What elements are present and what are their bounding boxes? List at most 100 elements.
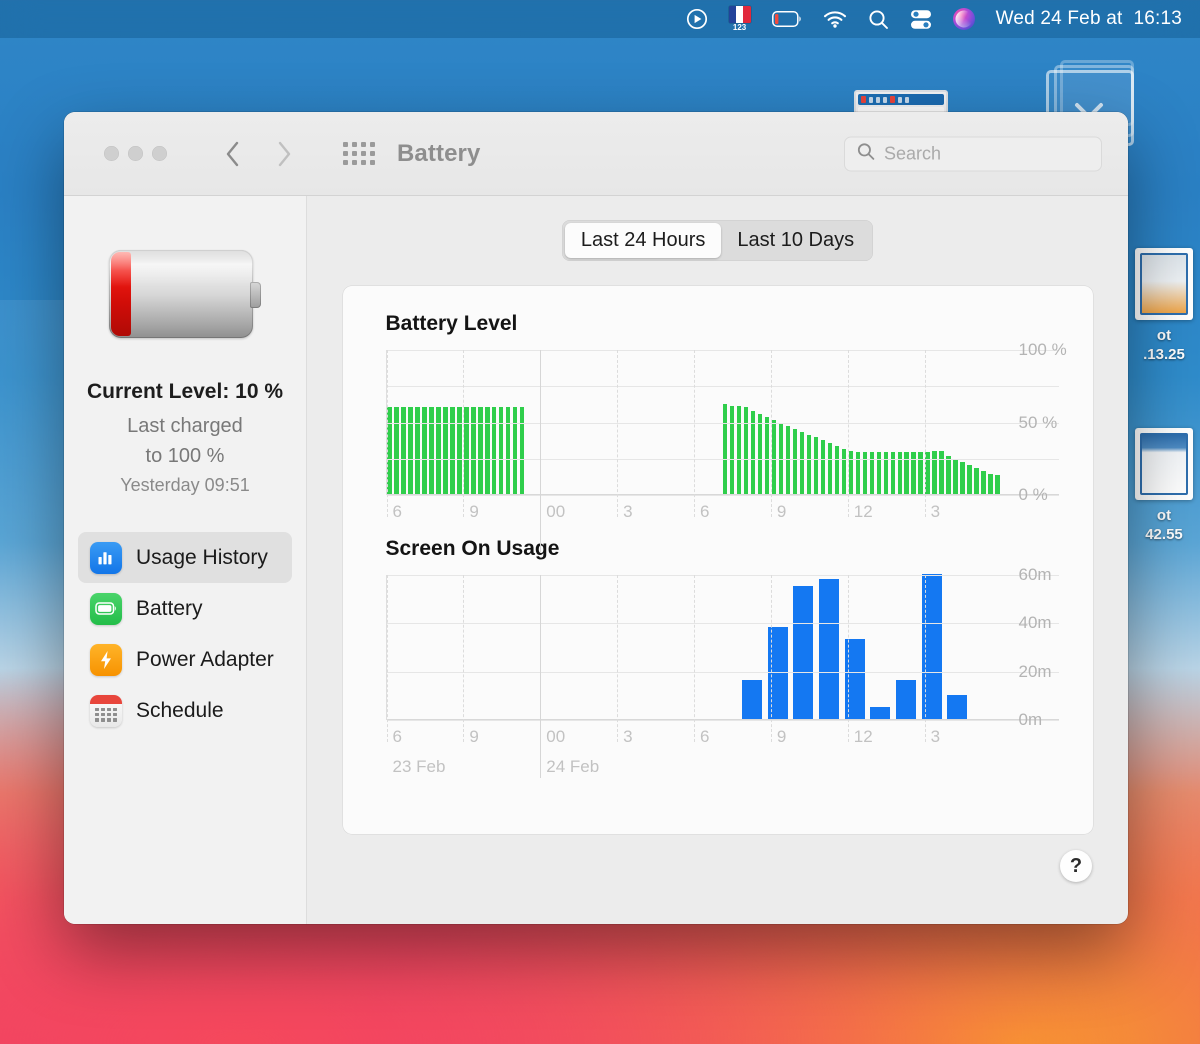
gridline (386, 350, 1059, 351)
menu-bar: 123 Wed 24 Feb at 16:13 (0, 0, 1200, 38)
screen-on-usage-plot-area: 6 9 00 3 6 9 12 3 23 Feb 24 Feb 0m 20m 40m 60m (385, 565, 1059, 778)
forward-button[interactable] (273, 139, 295, 169)
y-tick-label: 0 % (1018, 485, 1048, 504)
input-source-flag-icon[interactable]: 123 (728, 0, 751, 38)
thumbnail-dot (876, 96, 880, 103)
traffic-lights (104, 146, 167, 161)
chart-bar (946, 456, 951, 494)
chart-bar (848, 450, 853, 494)
sidebar-item-label: Usage History (136, 545, 268, 569)
sidebar-item-usage-history[interactable]: Usage History (78, 532, 292, 583)
chart-bar (960, 462, 965, 494)
axis-baseline (386, 494, 1059, 495)
chart-bar (499, 407, 504, 494)
chart-bar (492, 407, 497, 494)
chart-bar (443, 407, 448, 494)
minimize-button[interactable] (128, 146, 143, 161)
gridline (386, 575, 1059, 576)
battery-status-icon[interactable] (771, 0, 802, 38)
x-tick-label: 3 (623, 727, 633, 746)
menu-bar-time: 16:13 (1133, 8, 1182, 29)
x-tick-label: 6 (392, 502, 402, 521)
y-tick-label: 0m (1018, 710, 1043, 729)
control-center-play-icon[interactable] (686, 0, 708, 38)
x-tick-label: 6 (700, 502, 710, 521)
back-button[interactable] (221, 139, 243, 169)
wifi-icon[interactable] (823, 0, 847, 38)
gridline (386, 386, 1059, 388)
chart-bar (947, 694, 968, 719)
close-button[interactable] (104, 146, 119, 161)
x-gridline (924, 575, 926, 742)
input-source-badge: 123 (732, 23, 747, 32)
chart-bar (793, 586, 814, 719)
chart-bar (401, 407, 406, 494)
chart-bar (792, 428, 797, 494)
show-all-grid-icon[interactable] (343, 142, 375, 165)
x-gridline (694, 575, 695, 742)
zoom-button[interactable] (152, 146, 167, 161)
x-gridline (386, 350, 388, 517)
x-gridline (770, 575, 772, 742)
last-charged-line-2: to 100 % (145, 445, 225, 467)
sidebar-item-schedule[interactable]: Schedule (78, 685, 292, 736)
x-gridline (540, 575, 542, 778)
segment-last-24-hours[interactable]: Last 24 Hours (564, 223, 722, 258)
chart-bar (870, 706, 891, 719)
last-charged-time: Yesterday 09:51 (120, 475, 250, 495)
chart-bar (771, 420, 777, 494)
chart-bar (819, 578, 840, 719)
charts-card: Battery Level 6 9 00 3 6 9 12 3 0 % 50 % 100 % Scr… (342, 286, 1093, 834)
sidebar-item-battery[interactable]: Battery (78, 583, 292, 634)
chart-bar (520, 407, 525, 494)
x-tick-label: 00 (546, 727, 566, 746)
spotlight-search-icon[interactable] (868, 0, 889, 38)
thumbnail-dot (905, 96, 909, 103)
chart-bar (394, 407, 399, 494)
chart-bar (513, 407, 518, 494)
thumbnail-dot (869, 96, 873, 103)
battery-level-chart-title: Battery Level (385, 312, 518, 335)
thumbnail-dot (883, 96, 887, 103)
chart-bar (464, 407, 469, 494)
menu-bar-date: Wed 24 Feb at (995, 8, 1123, 29)
chart-bar (939, 450, 944, 494)
help-button[interactable]: ? (1060, 850, 1092, 882)
page-title: Battery (397, 139, 481, 167)
chart-bar (834, 446, 839, 494)
file-thumbnail (1135, 428, 1193, 500)
thumbnail-dot (898, 96, 902, 103)
chart-bar (742, 680, 763, 719)
date-label: 23 Feb (392, 757, 446, 776)
chart-bar (429, 407, 434, 494)
sidebar: Current Level: 10 % Last charged to 100 … (64, 196, 307, 924)
chart-bar (981, 470, 986, 494)
battery-gloss (109, 250, 253, 287)
thumbnail-red-dot (861, 96, 866, 103)
sidebar-nav-list: Usage History Battery Power Adapter Sche… (64, 532, 306, 736)
siri-icon[interactable] (952, 0, 975, 38)
chart-bar (967, 465, 972, 494)
current-level-label: Current Level: 10 % (86, 380, 284, 403)
battery-level-plot-area: 6 9 00 3 6 9 12 3 0 % 50 % 100 % (385, 340, 1067, 553)
chart-bar (785, 425, 791, 494)
time-range-segmented-control[interactable]: Last 24 Hours Last 10 Days (561, 220, 874, 261)
control-center-icon[interactable] (910, 0, 932, 38)
file-preview (1140, 433, 1188, 495)
chart-bar (436, 407, 441, 494)
chart-bar (757, 414, 763, 494)
x-tick-label: 9 (776, 727, 787, 746)
calendar-icon (90, 694, 122, 727)
x-tick-label: 3 (930, 502, 941, 521)
segment-last-10-days[interactable]: Last 10 Days (721, 223, 870, 258)
x-tick-label: 6 (700, 727, 710, 746)
chart-bar (799, 431, 804, 494)
sidebar-item-power-adapter[interactable]: Power Adapter (78, 634, 292, 685)
chart-bar (953, 459, 958, 494)
menu-bar-clock[interactable]: Wed 24 Feb at 16:13 (996, 0, 1182, 38)
french-flag-icon (728, 6, 751, 23)
x-gridline (463, 350, 465, 517)
x-tick-label: 3 (623, 502, 633, 521)
x-tick-label: 6 (392, 727, 402, 746)
search-field[interactable]: Search (844, 136, 1102, 171)
